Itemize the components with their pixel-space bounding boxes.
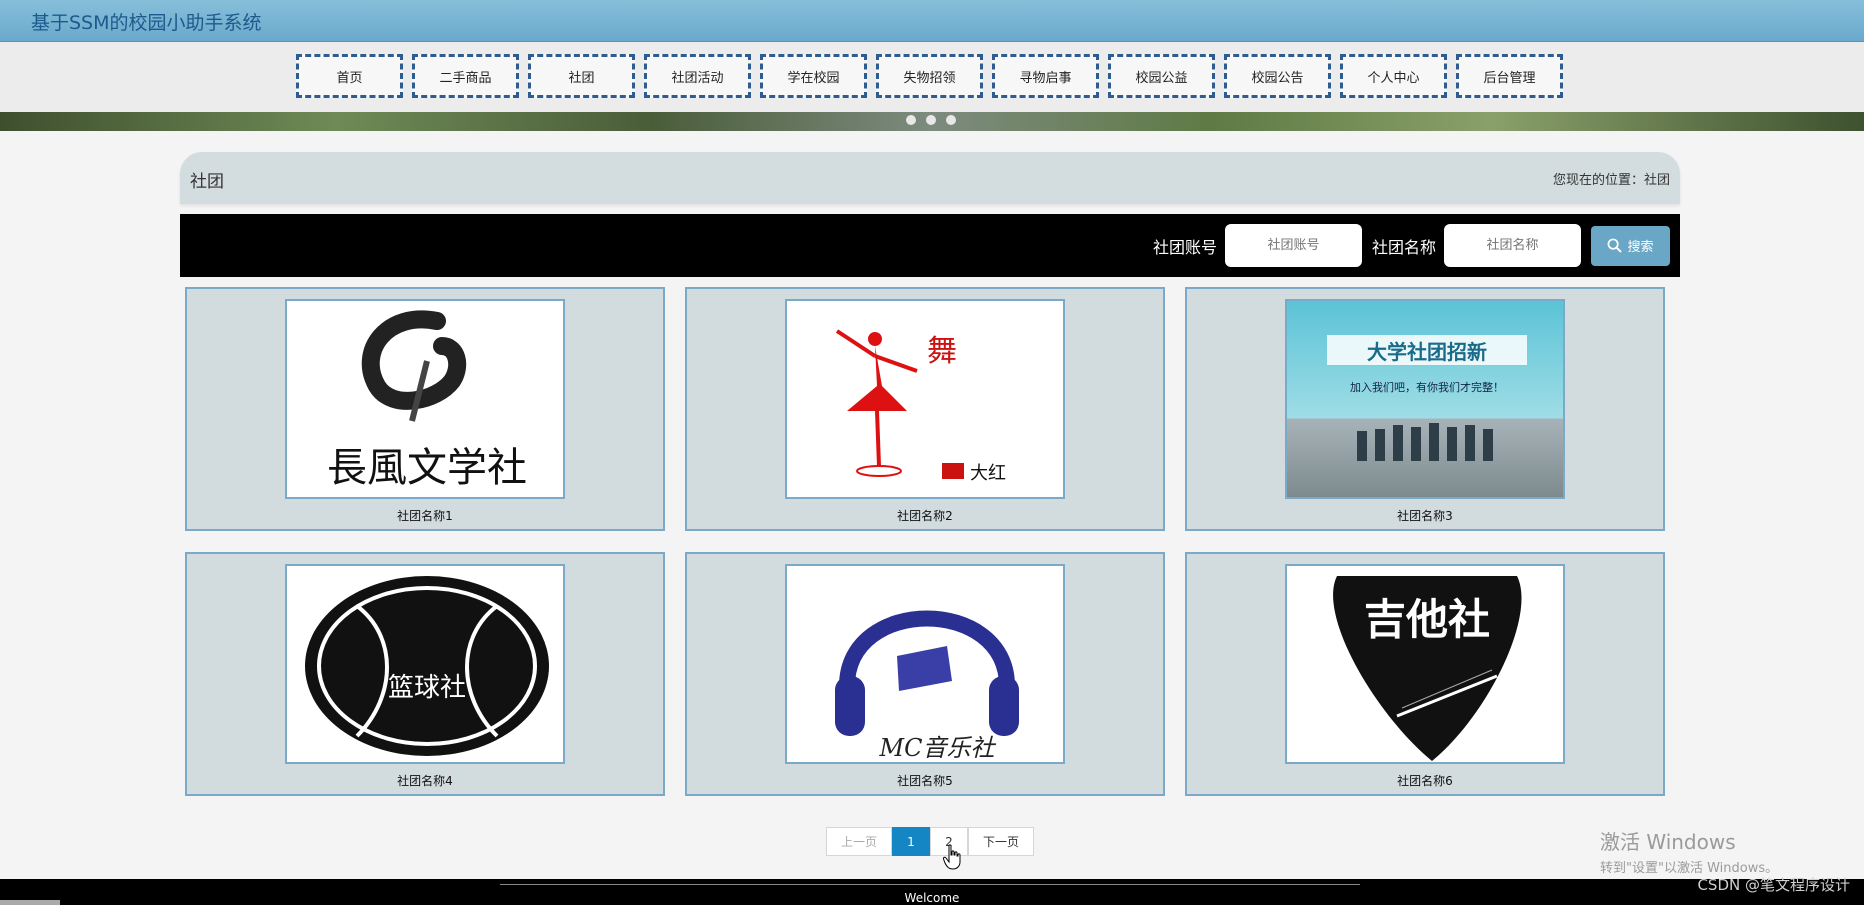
footer: Welcome bbox=[0, 879, 1864, 905]
nav-item-club-activity[interactable]: 社团活动 bbox=[644, 54, 751, 98]
club-image: 篮球社 bbox=[285, 564, 565, 764]
windows-activation-watermark: 激活 Windows 转到"设置"以激活 Windows。 bbox=[1600, 826, 1778, 876]
nav-item-notice[interactable]: 校园公告 bbox=[1224, 54, 1331, 98]
club-image: 大学社团招新 加入我们吧，有你我们才完整！ bbox=[1285, 299, 1565, 499]
image-text: MC音乐社 bbox=[879, 734, 997, 762]
search-icon bbox=[1608, 238, 1623, 253]
image-text: 大红 bbox=[970, 463, 1006, 484]
club-image: MC音乐社 bbox=[785, 564, 1065, 764]
watermark-line-1: 激活 Windows bbox=[1600, 830, 1736, 854]
changfeng-logo: 長風文学社 bbox=[327, 310, 527, 491]
page-1-button[interactable]: 1 bbox=[892, 827, 930, 856]
club-name-label: 社团名称 bbox=[1371, 237, 1436, 257]
recruit-poster: 大学社团招新 加入我们吧，有你我们才完整！ bbox=[1327, 335, 1527, 461]
club-card[interactable]: 長風文学社 社团名称1 bbox=[185, 287, 665, 531]
search-bar: 社团账号 社团名称 搜索 bbox=[180, 214, 1680, 277]
club-image: 吉他社 bbox=[1285, 564, 1565, 764]
club-name: 社团名称4 bbox=[397, 774, 453, 788]
footer-divider bbox=[500, 884, 1360, 885]
breadcrumb-location: 您现在的位置：社团 bbox=[1552, 173, 1670, 188]
nav-item-home[interactable]: 首页 bbox=[296, 54, 403, 98]
dance-logo: 舞 大红 bbox=[835, 329, 1006, 484]
club-card[interactable]: 吉他社 社团名称6 bbox=[1185, 552, 1665, 796]
image-text: 長風文学社 bbox=[327, 445, 527, 491]
csdn-credit: CSDN @笔文程序设计 bbox=[1697, 876, 1850, 894]
image-text: 篮球社 bbox=[388, 673, 466, 703]
club-card[interactable]: 大学社团招新 加入我们吧，有你我们才完整！ 社团名称3 bbox=[1185, 287, 1665, 531]
guitar-pick-icon: 吉他社 bbox=[1333, 576, 1522, 761]
headphone-icon: MC音乐社 bbox=[835, 610, 1019, 762]
image-text: 大学社团招新 bbox=[1367, 340, 1487, 364]
club-account-input[interactable] bbox=[1224, 224, 1362, 267]
app-title: 基于SSM的校园小助手系统 bbox=[31, 12, 262, 34]
club-name: 社团名称6 bbox=[1397, 774, 1453, 788]
banner-image bbox=[0, 112, 1864, 131]
image-text: 吉他社 bbox=[1364, 595, 1490, 644]
top-bar: 基于SSM的校园小助手系统 bbox=[0, 0, 1864, 42]
club-name: 社团名称1 bbox=[397, 509, 453, 523]
nav-item-admin[interactable]: 后台管理 bbox=[1456, 54, 1563, 98]
club-account-label: 社团账号 bbox=[1152, 237, 1217, 257]
breadcrumb: 社团 您现在的位置：社团 bbox=[180, 152, 1680, 204]
prev-page-button[interactable]: 上一页 bbox=[826, 827, 892, 856]
main-nav: 首页 二手商品 社团 社团活动 学在校园 失物招领 寻物启事 校园公益 校园公告… bbox=[296, 54, 1563, 98]
club-card[interactable]: 篮球社 社团名称4 bbox=[185, 552, 665, 796]
carousel-dot[interactable] bbox=[906, 115, 916, 125]
club-image: 長風文学社 bbox=[285, 299, 565, 499]
nav-item-seek-item[interactable]: 寻物启事 bbox=[992, 54, 1099, 98]
hand-cursor-icon bbox=[943, 844, 961, 870]
pagination: 上一页 1 2 下一页 bbox=[826, 827, 1034, 856]
club-card[interactable]: MC音乐社 社团名称5 bbox=[685, 552, 1165, 796]
page-title: 社团 bbox=[190, 172, 224, 192]
club-name: 社团名称2 bbox=[897, 509, 953, 523]
search-button[interactable]: 搜索 bbox=[1591, 225, 1670, 266]
club-image: 舞 大红 bbox=[785, 299, 1065, 499]
club-name: 社团名称3 bbox=[1397, 509, 1453, 523]
basketball-icon: 篮球社 bbox=[305, 576, 549, 756]
carousel-dot[interactable] bbox=[926, 115, 936, 125]
calligraphy-glyph: 舞 bbox=[927, 334, 957, 369]
nav-item-study[interactable]: 学在校园 bbox=[760, 54, 867, 98]
footer-block bbox=[0, 900, 60, 905]
nav-item-secondhand[interactable]: 二手商品 bbox=[412, 54, 519, 98]
nav-item-profile[interactable]: 个人中心 bbox=[1340, 54, 1447, 98]
club-name-input[interactable] bbox=[1444, 224, 1581, 267]
club-card[interactable]: 舞 大红 社团名称2 bbox=[685, 287, 1165, 531]
carousel-dot[interactable] bbox=[946, 115, 956, 125]
nav-item-lost-found[interactable]: 失物招领 bbox=[876, 54, 983, 98]
footer-welcome: Welcome bbox=[904, 891, 960, 905]
nav-item-welfare[interactable]: 校园公益 bbox=[1108, 54, 1215, 98]
search-button-label: 搜索 bbox=[1627, 240, 1654, 255]
club-name: 社团名称5 bbox=[897, 774, 953, 788]
image-subtext: 加入我们吧，有你我们才完整！ bbox=[1350, 380, 1504, 394]
nav-item-club[interactable]: 社团 bbox=[528, 54, 635, 98]
next-page-button[interactable]: 下一页 bbox=[968, 827, 1034, 856]
